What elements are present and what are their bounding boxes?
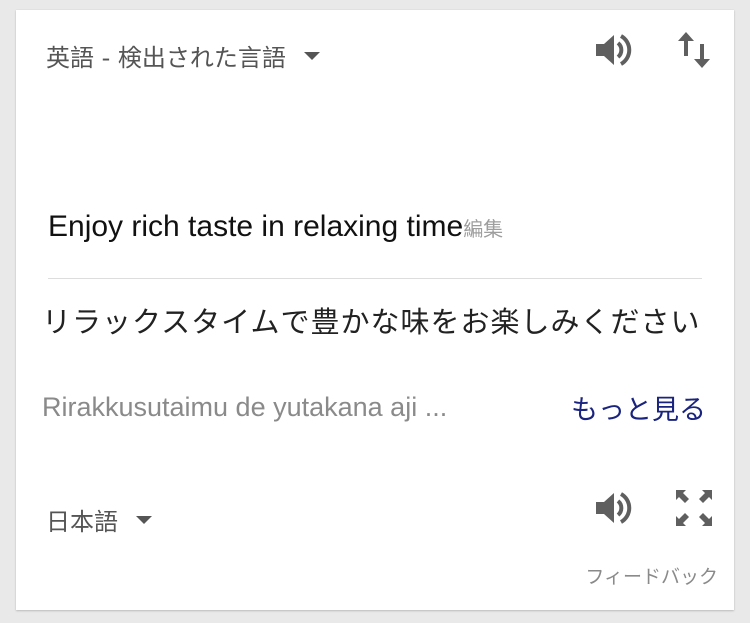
source-speaker-button[interactable]: [588, 26, 636, 74]
target-language-label: 日本語: [46, 508, 118, 536]
fullscreen-button[interactable]: [670, 484, 718, 532]
show-more-link[interactable]: もっと見る: [571, 388, 706, 427]
feedback-link[interactable]: フィードバック: [585, 562, 718, 589]
translate-card: 英語 - 検出された言語 Enjoy rich taste in relaxin…: [16, 10, 734, 610]
source-text-content: Enjoy rich taste in relaxing time: [48, 210, 464, 243]
romanization-row: Rirakkusutaimu de yutakana aji ... もっと見る: [42, 388, 706, 427]
fullscreen-icon: [676, 490, 712, 526]
swap-languages-icon: [678, 32, 710, 68]
speaker-icon: [596, 34, 632, 66]
translation-text: リラックスタイムで豊かな味をお楽しみください: [42, 305, 701, 339]
target-language-selector[interactable]: 日本語: [46, 502, 152, 537]
swap-languages-button[interactable]: [670, 26, 718, 74]
target-speaker-button[interactable]: [588, 484, 636, 532]
source-language-label: 英語 - 検出された言語: [46, 44, 286, 72]
speaker-icon: [596, 492, 632, 524]
caret-down-icon: [136, 515, 152, 524]
source-text: Enjoy rich taste in relaxing time編集: [48, 210, 708, 244]
edit-link[interactable]: 編集: [463, 217, 503, 241]
romanization-text: Rirakkusutaimu de yutakana aji ...: [42, 392, 448, 422]
divider: [48, 278, 702, 279]
caret-down-icon: [303, 51, 320, 60]
source-language-selector[interactable]: 英語 - 検出された言語: [46, 38, 320, 73]
